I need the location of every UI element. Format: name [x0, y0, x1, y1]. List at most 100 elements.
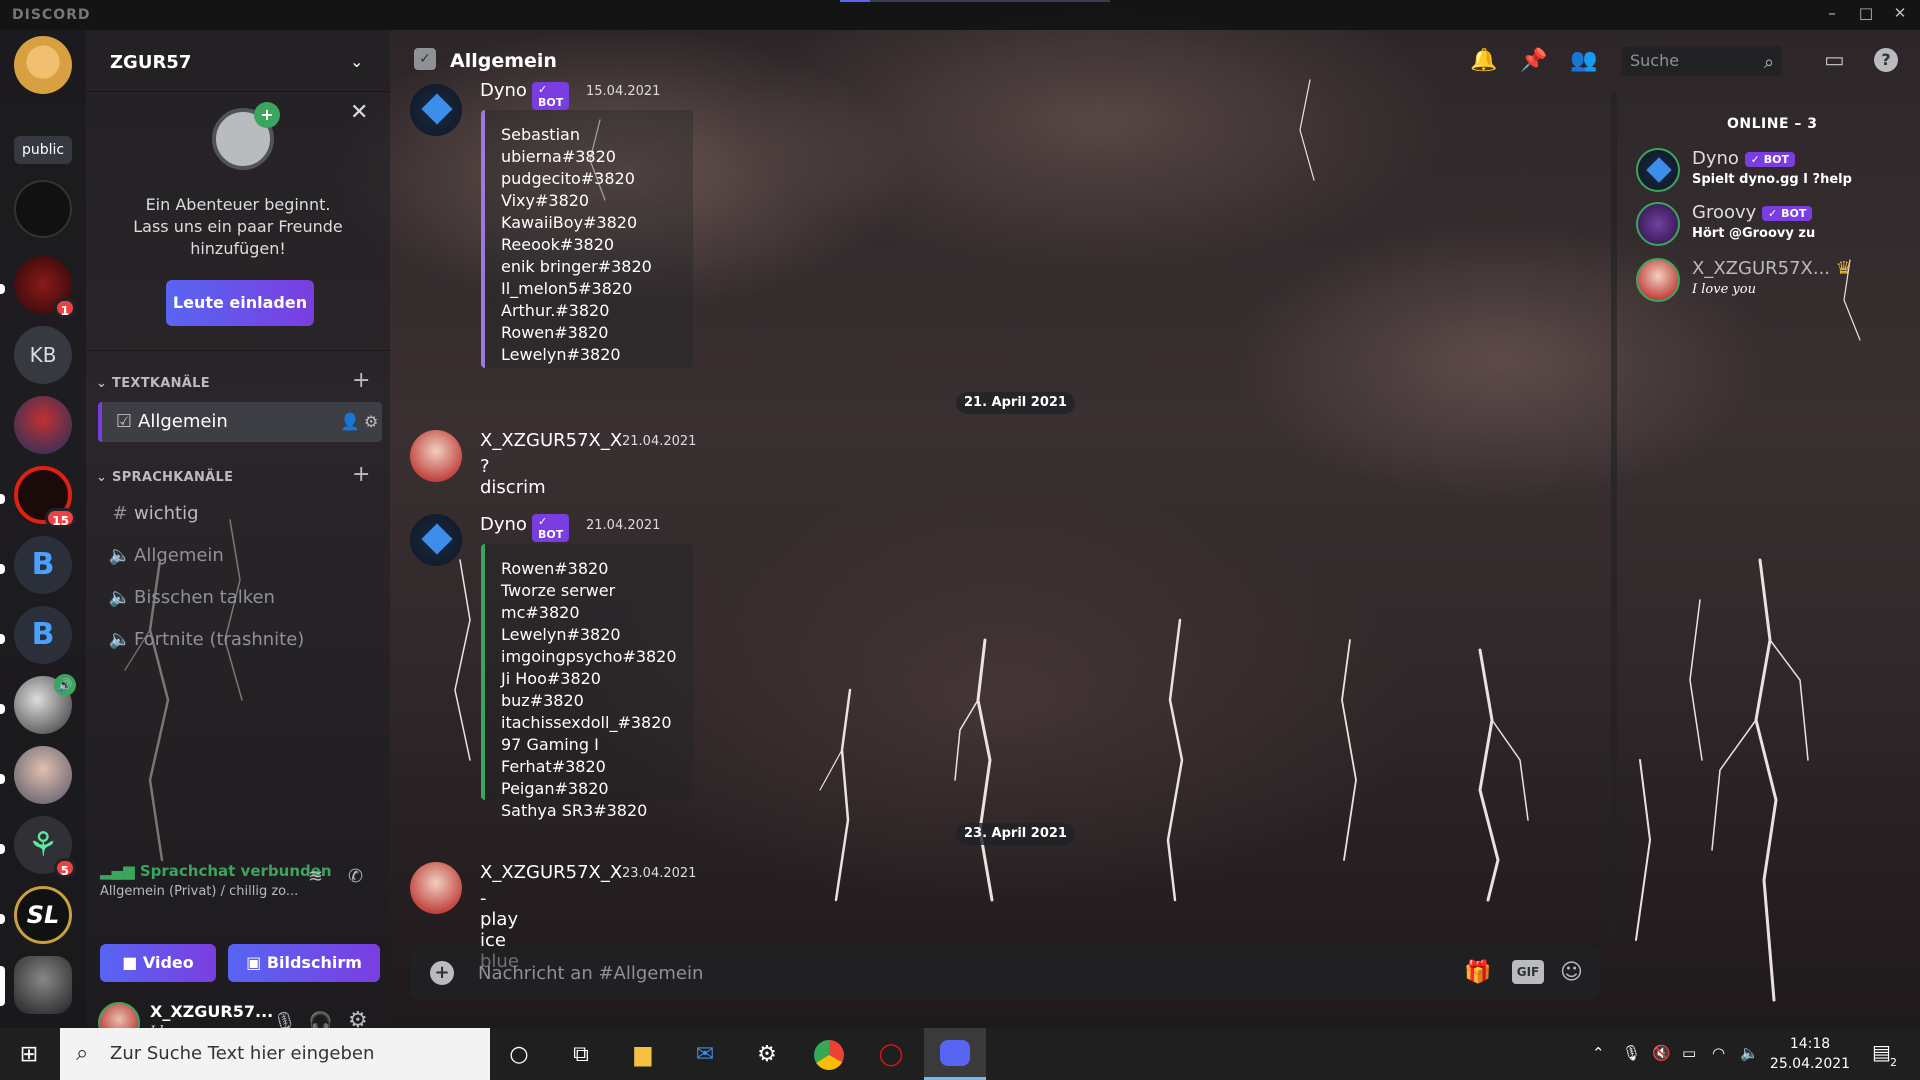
embed-line: itachissexdoll_#3820 — [501, 713, 672, 732]
unread-pill — [0, 774, 5, 784]
clock[interactable]: 14:18 25.04.2021 — [1764, 1034, 1856, 1074]
channel-allgemein-text[interactable]: ☑ Allgemein 👤 ⚙ — [98, 402, 382, 442]
bot-tag: ✓ BOT — [532, 514, 570, 542]
titlebar-highlight — [840, 0, 1110, 2]
channel-fortnite[interactable]: 🔈 Fortnite (trashnite) — [98, 620, 382, 660]
settings-icon[interactable]: ⚙ — [752, 1040, 782, 1070]
screen-label: Bildschirm — [266, 953, 362, 972]
chevron-up-icon[interactable]: ⌃ — [1592, 1044, 1605, 1062]
cortana-icon[interactable]: ○ — [504, 1040, 534, 1070]
member-user[interactable]: X_XZGUR57X... ♛ I love you — [1636, 254, 1916, 306]
close-window-button[interactable]: ✕ — [1890, 4, 1910, 24]
guild-b1[interactable]: B — [14, 536, 72, 594]
opera-icon[interactable]: ◯ — [876, 1040, 906, 1070]
invite-people-button[interactable]: Leute einladen — [166, 280, 314, 326]
guild-b2[interactable]: B — [14, 606, 72, 664]
crown-icon: ♛ — [1835, 258, 1852, 279]
battery-icon[interactable]: ▭ — [1682, 1044, 1696, 1062]
category-voice-label: SPRACHKANÄLE — [112, 470, 234, 485]
task-view-icon[interactable]: ⧉ — [566, 1040, 596, 1070]
avatar[interactable] — [410, 514, 462, 566]
guild-voice-active[interactable]: 🔊 — [14, 674, 76, 734]
avatar[interactable] — [410, 84, 462, 136]
mail-icon[interactable]: ✉ — [690, 1040, 720, 1070]
upload-button[interactable]: + — [430, 961, 454, 985]
windows-start-icon[interactable]: ⊞ — [14, 1040, 44, 1070]
gif-button[interactable]: GIF — [1512, 960, 1544, 984]
message-input[interactable] — [478, 958, 1378, 988]
pin-icon[interactable]: 📌 — [1520, 48, 1547, 73]
maximize-button[interactable]: □ — [1856, 4, 1876, 24]
guild-4-icon — [14, 396, 72, 454]
taskbar-search[interactable]: ⌕ Zur Suche Text hier eingeben — [60, 1028, 490, 1080]
guild-kb[interactable]: KB — [14, 326, 72, 384]
voice-status-text: Sprachchat verbunden — [139, 862, 332, 880]
chrome-icon[interactable] — [814, 1040, 844, 1070]
category-voice[interactable]: ⌄ SPRACHKANÄLE — [96, 470, 233, 485]
avatar[interactable] — [410, 430, 462, 482]
discord-taskbar-item[interactable] — [924, 1028, 986, 1080]
guild-list: public 1 KB 15 B B 🔊 ⚘ 5 SL — [0, 30, 86, 1059]
member-activity: Hört @Groovy zu — [1692, 226, 1816, 241]
screen-share-button[interactable]: ▣ Bildschirm — [228, 944, 380, 982]
server-header[interactable]: ZGUR57 ⌄ — [86, 30, 390, 92]
invite-text: Ein Abenteuer beginnt. Lass uns ein paar… — [106, 194, 370, 260]
channel-name: Fortnite (trashnite) — [134, 629, 305, 650]
microphone-icon[interactable]: 🎙 — [1622, 1044, 1641, 1062]
member-dyno[interactable]: Dyno ✓ BOT Spielt dyno.gg I ?help — [1636, 144, 1916, 196]
guild-opera[interactable]: 15 — [14, 466, 76, 528]
member-groovy[interactable]: Groovy ✓ BOT Hört @Groovy zu — [1636, 198, 1916, 250]
guild-sl[interactable]: SL — [14, 886, 72, 944]
guild-zgur57[interactable] — [14, 956, 72, 1014]
help-icon[interactable]: ? — [1874, 48, 1898, 72]
message-author[interactable]: Dyno — [480, 514, 527, 535]
add-friend-icon: + — [254, 102, 280, 128]
guild-animehub[interactable] — [14, 180, 72, 238]
invite-text-line: Lass uns ein paar Freunde — [133, 217, 343, 236]
notification-icon[interactable]: ▤ — [1872, 1040, 1891, 1064]
chat-scrollbar[interactable] — [1611, 92, 1617, 942]
embed-line: Ji Hoo#3820 — [501, 669, 601, 688]
gear-icon[interactable]: ⚙ — [364, 402, 378, 442]
search-input[interactable]: Suche — [1622, 46, 1782, 76]
embed-line: Reeook#3820 — [501, 235, 615, 254]
guild-kb-initials: KB — [14, 326, 72, 384]
channel-wichtig[interactable]: # wichtig — [98, 494, 382, 534]
guild-4[interactable] — [14, 396, 72, 454]
invite-member-icon[interactable]: 👤 — [340, 402, 360, 442]
add-text-channel-button[interactable]: + — [352, 368, 370, 393]
video-button[interactable]: ■ Video — [100, 944, 216, 982]
add-voice-channel-button[interactable]: + — [352, 462, 370, 487]
channel-bisschen-talken[interactable]: 🔈 Bisschen talken — [98, 578, 382, 618]
inbox-icon[interactable]: ▭ — [1824, 48, 1845, 73]
member-list-icon[interactable]: 👥 — [1570, 48, 1597, 73]
unread-pill — [0, 914, 5, 924]
channel-allgemein-voice[interactable]: 🔈 Allgemein — [98, 536, 382, 576]
text-channel-icon: ✓ — [414, 48, 436, 70]
member-status: I love you — [1692, 282, 1756, 297]
guild-glasses[interactable] — [14, 746, 72, 804]
avatar[interactable] — [410, 862, 462, 914]
emoji-icon[interactable]: ☺ — [1560, 960, 1583, 985]
guild-rabbit[interactable]: ⚘ 5 — [14, 816, 76, 878]
noise-suppression-icon[interactable]: ≋ — [308, 866, 323, 887]
speaker-muted-icon[interactable]: 🔇 — [1652, 1044, 1671, 1062]
disconnect-icon[interactable]: ✆ — [348, 866, 363, 887]
home-button[interactable] — [14, 36, 72, 94]
close-icon[interactable]: ✕ — [350, 100, 368, 125]
minimize-button[interactable]: – — [1822, 4, 1842, 24]
gift-icon[interactable]: 🎁 — [1464, 960, 1491, 985]
embed-line: Lewelyn#3820 — [501, 345, 621, 364]
volume-icon[interactable]: 🔈 — [1740, 1044, 1759, 1062]
category-text[interactable]: ⌄ TEXTKANÄLE — [96, 376, 210, 391]
divider — [86, 350, 390, 351]
wifi-icon[interactable]: ◠ — [1712, 1044, 1725, 1062]
guild-2[interactable]: 1 — [14, 256, 76, 318]
username: X_XZGUR57... — [150, 1002, 274, 1021]
bell-icon[interactable]: 🔔 — [1470, 48, 1497, 73]
message-author[interactable]: X_XZGUR57X_X — [480, 430, 622, 451]
file-explorer-icon[interactable]: ▆ — [628, 1040, 658, 1070]
message-author[interactable]: X_XZGUR57X_X — [480, 862, 622, 883]
channel-name: Bisschen talken — [134, 587, 275, 608]
message-author[interactable]: Dyno — [480, 80, 527, 101]
